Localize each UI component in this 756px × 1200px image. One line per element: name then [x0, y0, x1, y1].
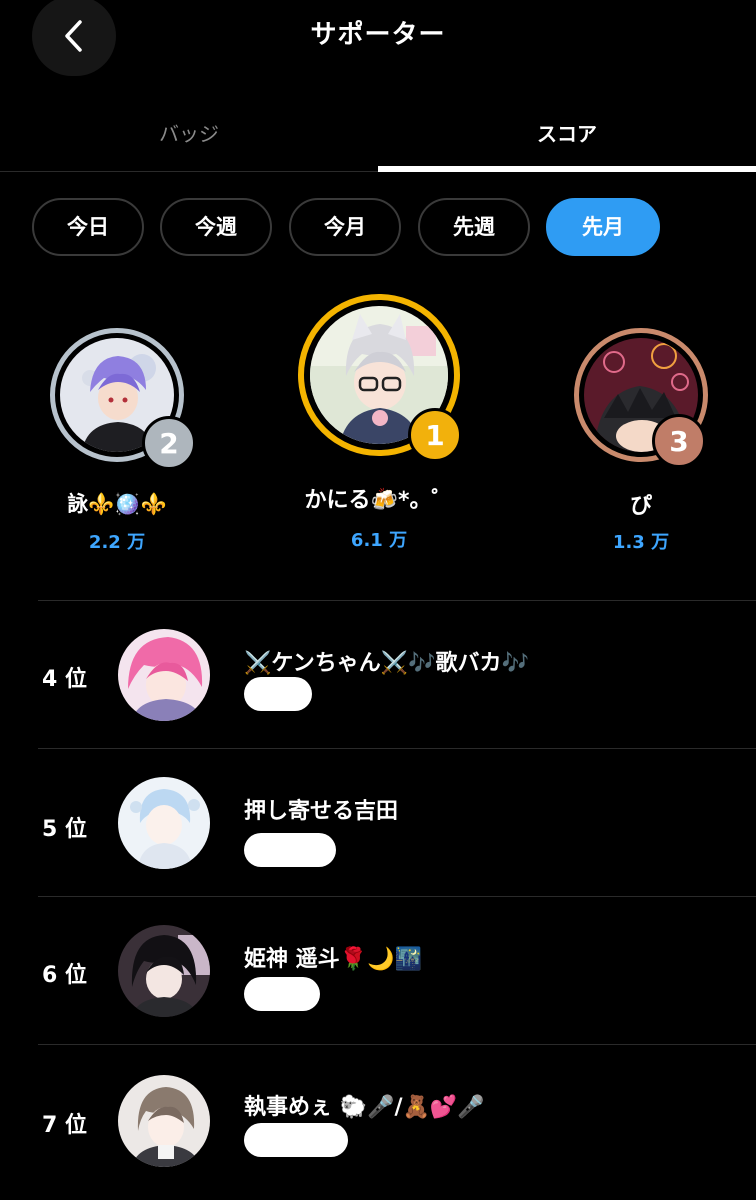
tab-score[interactable]: スコア [378, 100, 756, 172]
period-today-button[interactable]: 今日 [32, 198, 144, 256]
rank-label: 5 位 [42, 817, 87, 842]
top-supporters-podium: 2 詠⚜️🪩⚜️ 2.2 万 1 かにる🍻*。゜ 6.1 万 3 ぴ 1.3 万 [0, 290, 756, 570]
rank-label: 4 位 [42, 667, 87, 692]
supporter-name: 詠⚜️🪩⚜️ [67, 492, 167, 516]
supporter-score: 6.1 万 [350, 530, 408, 551]
supporter-name: 執事めぇ 🐑🎤/🧸💕🎤 [244, 1095, 485, 1120]
podium-rank-3[interactable]: 3 ぴ 1.3 万 [574, 328, 708, 568]
rank-badge: 2 [142, 416, 196, 470]
tab-badge[interactable]: バッジ [0, 100, 378, 172]
period-this-week-button[interactable]: 今週 [160, 198, 272, 256]
avatar [118, 1075, 210, 1167]
avatar [118, 629, 210, 721]
active-tab-indicator [378, 166, 756, 172]
period-last-week-button[interactable]: 先週 [418, 198, 530, 256]
avatar [118, 925, 210, 1017]
supporter-name: ⚔️ケンちゃん⚔️🎶歌バカ🎶 [244, 651, 529, 676]
supporter-name: 押し寄せる吉田 [244, 799, 399, 824]
supporter-name: 姫神 遥斗🌹🌙🌃 [244, 947, 422, 972]
podium-rank-2[interactable]: 2 詠⚜️🪩⚜️ 2.2 万 [50, 328, 196, 568]
tab-bar: バッジ スコア [0, 100, 756, 172]
supporter-score: 1.3 万 [612, 532, 670, 553]
hidden-score [244, 677, 312, 711]
supporter-score: 2.2 万 [88, 532, 146, 553]
period-this-month-button[interactable]: 今月 [289, 198, 401, 256]
supporter-name: かにる🍻*。゜ [304, 488, 454, 513]
list-item[interactable]: 4 位 ⚔️ケンちゃん⚔️🎶歌バカ🎶 [38, 600, 756, 749]
hidden-score [244, 833, 336, 867]
list-item[interactable]: 6 位 姫神 遥斗🌹🌙🌃 [38, 896, 756, 1045]
list-item[interactable]: 7 位 執事めぇ 🐑🎤/🧸💕🎤 [38, 1044, 756, 1193]
period-last-month-button[interactable]: 先月 [546, 198, 660, 256]
hidden-score [244, 977, 320, 1011]
avatar [118, 777, 210, 869]
hidden-score [244, 1123, 348, 1157]
rank-label: 7 位 [42, 1113, 87, 1138]
rank-badge: 1 [408, 408, 462, 462]
supporter-name: ぴ [629, 494, 652, 519]
list-item[interactable]: 5 位 押し寄せる吉田 [38, 748, 756, 897]
rank-label: 6 位 [42, 963, 87, 988]
rank-badge: 3 [652, 414, 706, 468]
page-title: サポーター [310, 20, 446, 50]
header: サポーター [0, 0, 756, 76]
podium-rank-1[interactable]: 1 かにる🍻*。゜ 6.1 万 [298, 294, 462, 554]
